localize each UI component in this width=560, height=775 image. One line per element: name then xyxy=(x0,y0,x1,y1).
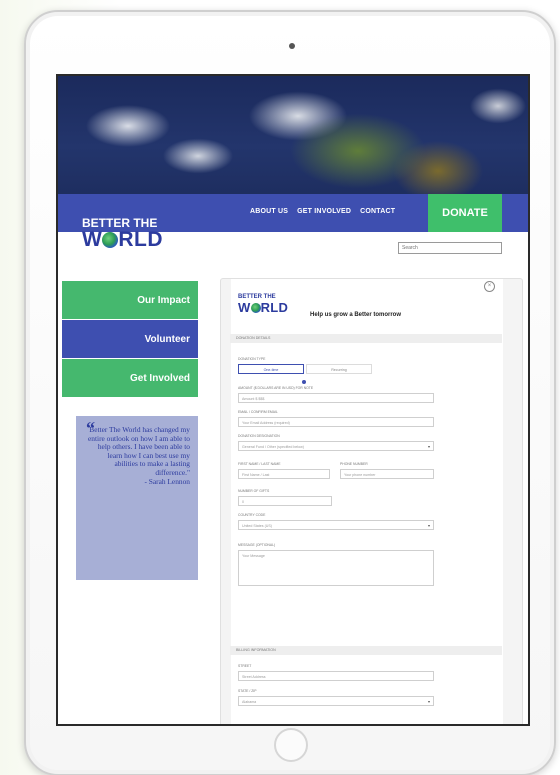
donate-button[interactable]: DONATE xyxy=(428,194,502,232)
address-label: STREET xyxy=(238,664,252,668)
first-name-label: FIRST NAME / LAST NAME xyxy=(238,462,281,466)
globe-icon xyxy=(102,232,119,248)
nav-get-involved-link[interactable]: GET INVOLVED xyxy=(297,208,351,215)
designation-select[interactable]: General Fund / Other (specified below) ▾ xyxy=(238,441,434,451)
section-donation-details: DONATION DETAILS xyxy=(230,334,502,343)
address-field[interactable]: Street Address xyxy=(238,671,434,681)
gifts-label: NUMBER OF GIFTS xyxy=(238,489,270,493)
section-billing-information: BILLING INFORMATION xyxy=(230,646,502,655)
message-textarea[interactable]: Your Message xyxy=(238,550,434,586)
state-label: STATE / ZIP xyxy=(238,689,257,693)
form-logo-letters: RLD xyxy=(260,300,289,315)
hero-earth-image xyxy=(58,76,528,194)
home-button[interactable] xyxy=(274,728,308,762)
sidebar-item-our-impact[interactable]: Our Impact xyxy=(62,281,198,319)
country-label: COUNTRY CODE xyxy=(238,513,266,517)
logo-letter: W xyxy=(82,228,103,251)
donation-type-recurring[interactable]: Recurring xyxy=(306,364,372,374)
search-input[interactable] xyxy=(398,242,502,254)
sidebar-item-get-involved[interactable]: Get Involved xyxy=(62,359,198,397)
country-value: United States (US) xyxy=(242,524,272,528)
donation-type-one-time[interactable]: One-time xyxy=(238,364,304,374)
stage: ABOUT US GET INVOLVED CONTACT DONATE BET… xyxy=(0,0,560,775)
chevron-down-icon: ▾ xyxy=(427,444,430,449)
logo-letters: RLD xyxy=(118,228,163,251)
testimonial-quote: “ Better The World has changed my entire… xyxy=(76,416,198,580)
gifts-field[interactable]: 0 xyxy=(238,496,332,506)
globe-icon xyxy=(250,303,261,313)
amount-label: AMOUNT ($ DOLLARS ARE IN USD) FOR NOTE xyxy=(238,386,314,390)
designation-label: DONATION DESIGNATION xyxy=(238,434,280,438)
tablet-screen: ABOUT US GET INVOLVED CONTACT DONATE BET… xyxy=(56,74,530,726)
phone-label: PHONE NUMBER xyxy=(340,462,368,466)
email-label: EMAIL / CONFIRM EMAIL xyxy=(238,410,278,414)
designation-value: General Fund / Other (specified below) xyxy=(242,445,304,449)
state-select[interactable]: Alabama ▾ xyxy=(238,696,434,706)
chevron-down-icon: ▾ xyxy=(427,523,430,528)
sidebar-item-volunteer[interactable]: Volunteer xyxy=(62,320,198,358)
quote-text: Better The World has changed my entire o… xyxy=(87,425,190,477)
country-select[interactable]: United States (US) ▾ xyxy=(238,520,434,530)
nav-links: ABOUT US GET INVOLVED CONTACT xyxy=(250,208,395,215)
form-logo-line2: W RLD xyxy=(238,300,288,315)
quote-mark-icon: “ xyxy=(86,418,95,438)
quote-author: - Sarah Lennon xyxy=(144,476,190,486)
first-name-field[interactable]: First Name / Last xyxy=(238,469,330,479)
state-value: Alabama xyxy=(242,700,257,704)
form-logo-letter: W xyxy=(238,300,251,315)
camera-icon xyxy=(289,43,295,49)
message-label: MESSAGE (OPTIONAL) xyxy=(238,543,276,547)
chevron-down-icon: ▾ xyxy=(427,699,430,704)
amount-field[interactable]: Amount $ $$$ xyxy=(238,393,434,403)
phone-field[interactable]: Your phone number xyxy=(340,469,434,479)
form-headline: Help us grow a Better tomorrow xyxy=(310,312,402,318)
close-icon[interactable]: × xyxy=(484,281,495,292)
site-logo[interactable]: BETTER THE W RLD xyxy=(82,212,194,258)
email-field[interactable]: Your Email Address (required) xyxy=(238,417,434,427)
cursor-pointer-icon xyxy=(302,380,306,384)
donation-type-label: DONATION TYPE xyxy=(238,357,266,361)
logo-line2: W RLD xyxy=(82,228,163,252)
tablet-device: ABOUT US GET INVOLVED CONTACT DONATE BET… xyxy=(24,10,556,775)
nav-contact-link[interactable]: CONTACT xyxy=(360,208,395,215)
form-logo: BETTER THE W RLD xyxy=(238,294,288,315)
nav-about-link[interactable]: ABOUT US xyxy=(250,208,288,215)
